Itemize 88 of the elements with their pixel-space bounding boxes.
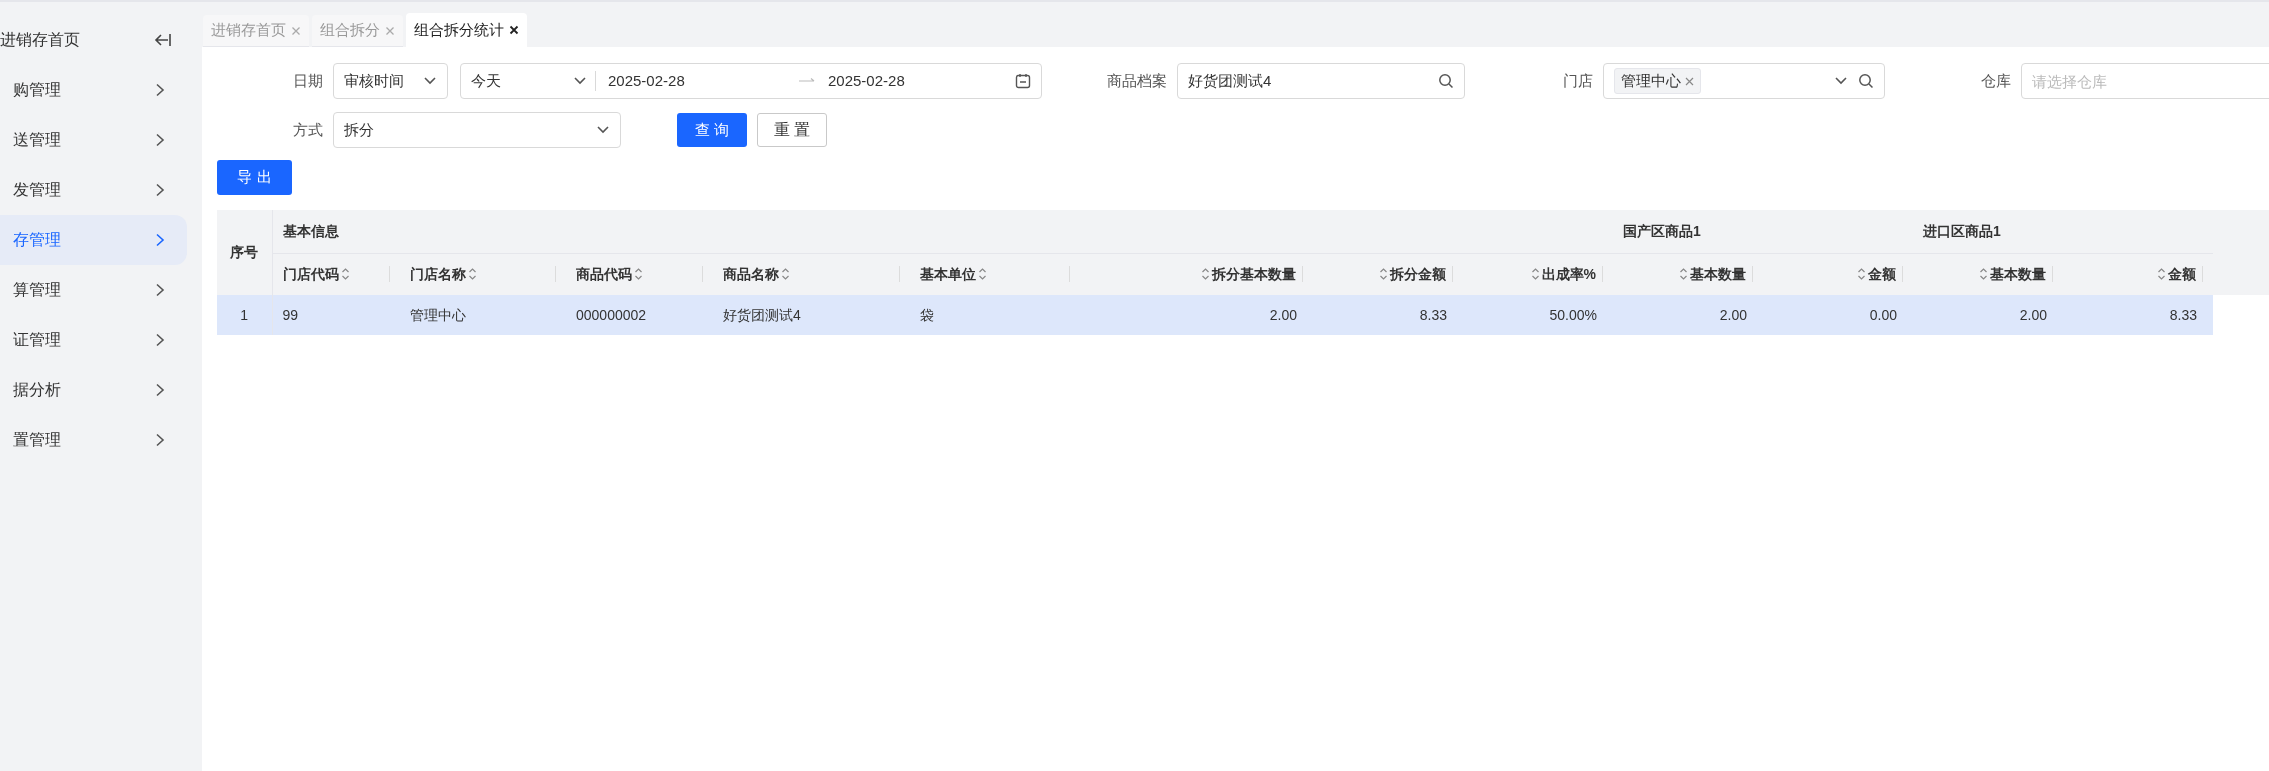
sort-icon bbox=[1857, 267, 1866, 282]
chevron-down-icon bbox=[1834, 76, 1848, 86]
table-cell: 8.33 bbox=[1313, 295, 1463, 335]
table-cell: 2.00 bbox=[1613, 295, 1763, 335]
sort-icon bbox=[781, 267, 790, 282]
sort-icon bbox=[340, 267, 350, 282]
sort-icon bbox=[978, 267, 987, 282]
close-icon bbox=[385, 25, 395, 36]
sidebar-item[interactable]: 送管理 bbox=[0, 115, 187, 165]
sort-icon bbox=[2157, 267, 2166, 282]
sidebar-item[interactable]: 进销存首页 bbox=[0, 28, 80, 52]
column-header[interactable]: 基本数量 bbox=[1613, 253, 1763, 295]
collapse-icon bbox=[154, 32, 172, 48]
column-header: 序号 bbox=[217, 210, 272, 295]
table-cell: 0.00 bbox=[1763, 295, 1913, 335]
column-header[interactable]: 金额 bbox=[1763, 253, 1913, 295]
column-header[interactable]: 拆分基本数量 bbox=[1080, 253, 1313, 295]
sidebar-item[interactable]: 证管理 bbox=[0, 315, 187, 365]
sort-icon bbox=[1679, 267, 1688, 282]
method-select[interactable]: 拆分 bbox=[333, 112, 621, 148]
table-cell: 1 bbox=[217, 295, 272, 335]
calendar-icon bbox=[1015, 73, 1031, 89]
column-group-header: 国产区商品1 bbox=[1613, 210, 1913, 253]
sidebar-item[interactable]: 据分析 bbox=[0, 365, 187, 415]
query-button[interactable]: 查 询 bbox=[677, 113, 747, 147]
field-label: 仓库 bbox=[1980, 70, 2012, 91]
store-select[interactable]: 管理中心 bbox=[1603, 63, 1885, 99]
chevron-right-icon bbox=[155, 183, 165, 197]
field-label: 日期 bbox=[292, 70, 324, 91]
column-header[interactable]: 商品代码 bbox=[566, 253, 713, 295]
close-icon bbox=[291, 25, 301, 36]
chevron-down-icon bbox=[596, 125, 610, 135]
column-header[interactable]: 基本单位 bbox=[910, 253, 1080, 295]
column-header[interactable]: 基本数量 bbox=[1913, 253, 2063, 295]
table-cell: 袋 bbox=[910, 295, 1080, 335]
column-header[interactable]: 商品名称 bbox=[713, 253, 910, 295]
sort-icon bbox=[468, 267, 477, 282]
column-group-header: 基本信息 bbox=[272, 210, 1613, 253]
tab[interactable]: 组合拆分统计 bbox=[406, 13, 527, 47]
table-cell: 50.00% bbox=[1463, 295, 1613, 335]
sort-icon bbox=[1530, 267, 1540, 282]
reset-button[interactable]: 重 置 bbox=[757, 113, 827, 147]
close-icon bbox=[1685, 76, 1694, 86]
close-icon bbox=[509, 25, 519, 35]
date-range-field[interactable]: 今天 2025-02-28 2025-02-28 bbox=[460, 63, 1042, 99]
field-label: 方式 bbox=[292, 119, 324, 140]
store-tag: 管理中心 bbox=[1614, 68, 1701, 94]
sidebar-item[interactable]: 置管理 bbox=[0, 415, 187, 465]
export-button[interactable]: 导 出 bbox=[217, 160, 292, 195]
column-header[interactable]: 出成率% bbox=[1463, 253, 1613, 295]
column-header[interactable]: 金额 bbox=[2063, 253, 2213, 295]
table-cell: 2.00 bbox=[1913, 295, 2063, 335]
sidebar-item[interactable]: 存管理 bbox=[0, 215, 187, 265]
chevron-down-icon bbox=[573, 76, 587, 86]
product-search-field[interactable]: 好货团测试4 bbox=[1177, 63, 1465, 99]
arrow-right-icon bbox=[798, 77, 816, 85]
chevron-right-icon bbox=[155, 333, 165, 347]
sidebar-item[interactable]: 算管理 bbox=[0, 265, 187, 315]
sort-icon bbox=[1201, 267, 1210, 282]
chevron-right-icon bbox=[155, 233, 165, 247]
sort-icon bbox=[1979, 267, 1988, 282]
chevron-right-icon bbox=[155, 83, 165, 97]
table-cell: 管理中心 bbox=[400, 295, 566, 335]
search-icon bbox=[1438, 73, 1454, 89]
search-icon bbox=[1858, 73, 1874, 89]
chevron-right-icon bbox=[155, 133, 165, 147]
chevron-down-icon bbox=[423, 76, 437, 86]
sidebar-item[interactable]: 购管理 bbox=[0, 65, 187, 115]
table-cell: 好货团测试4 bbox=[713, 295, 910, 335]
column-group-header: 进口区商品1 bbox=[1913, 210, 2213, 253]
column-header[interactable]: 门店代码 bbox=[272, 253, 400, 295]
table-cell: 8.33 bbox=[2063, 295, 2213, 335]
table-cell: 99 bbox=[272, 295, 400, 335]
table-cell: 2.00 bbox=[1080, 295, 1313, 335]
warehouse-select[interactable]: 请选择仓库 bbox=[2021, 63, 2269, 99]
sort-icon bbox=[634, 267, 643, 282]
table-row[interactable]: 1 99 管理中心 000000002 好货团测试4 袋 2.00 8.33 50.00% 2.00 0.00 2.00 8.33 bbox=[217, 295, 2213, 335]
chevron-right-icon bbox=[155, 283, 165, 297]
column-header[interactable]: 门店名称 bbox=[400, 253, 566, 295]
column-header[interactable]: 拆分金额 bbox=[1313, 253, 1463, 295]
chevron-right-icon bbox=[155, 433, 165, 447]
field-label: 商品档案 bbox=[1106, 70, 1168, 91]
date-type-select[interactable]: 审核时间 bbox=[333, 63, 448, 99]
field-label: 门店 bbox=[1562, 70, 1594, 91]
table-cell: 000000002 bbox=[566, 295, 713, 335]
sort-icon bbox=[1379, 267, 1388, 282]
chevron-right-icon bbox=[155, 383, 165, 397]
sidebar-item[interactable]: 发管理 bbox=[0, 165, 187, 215]
